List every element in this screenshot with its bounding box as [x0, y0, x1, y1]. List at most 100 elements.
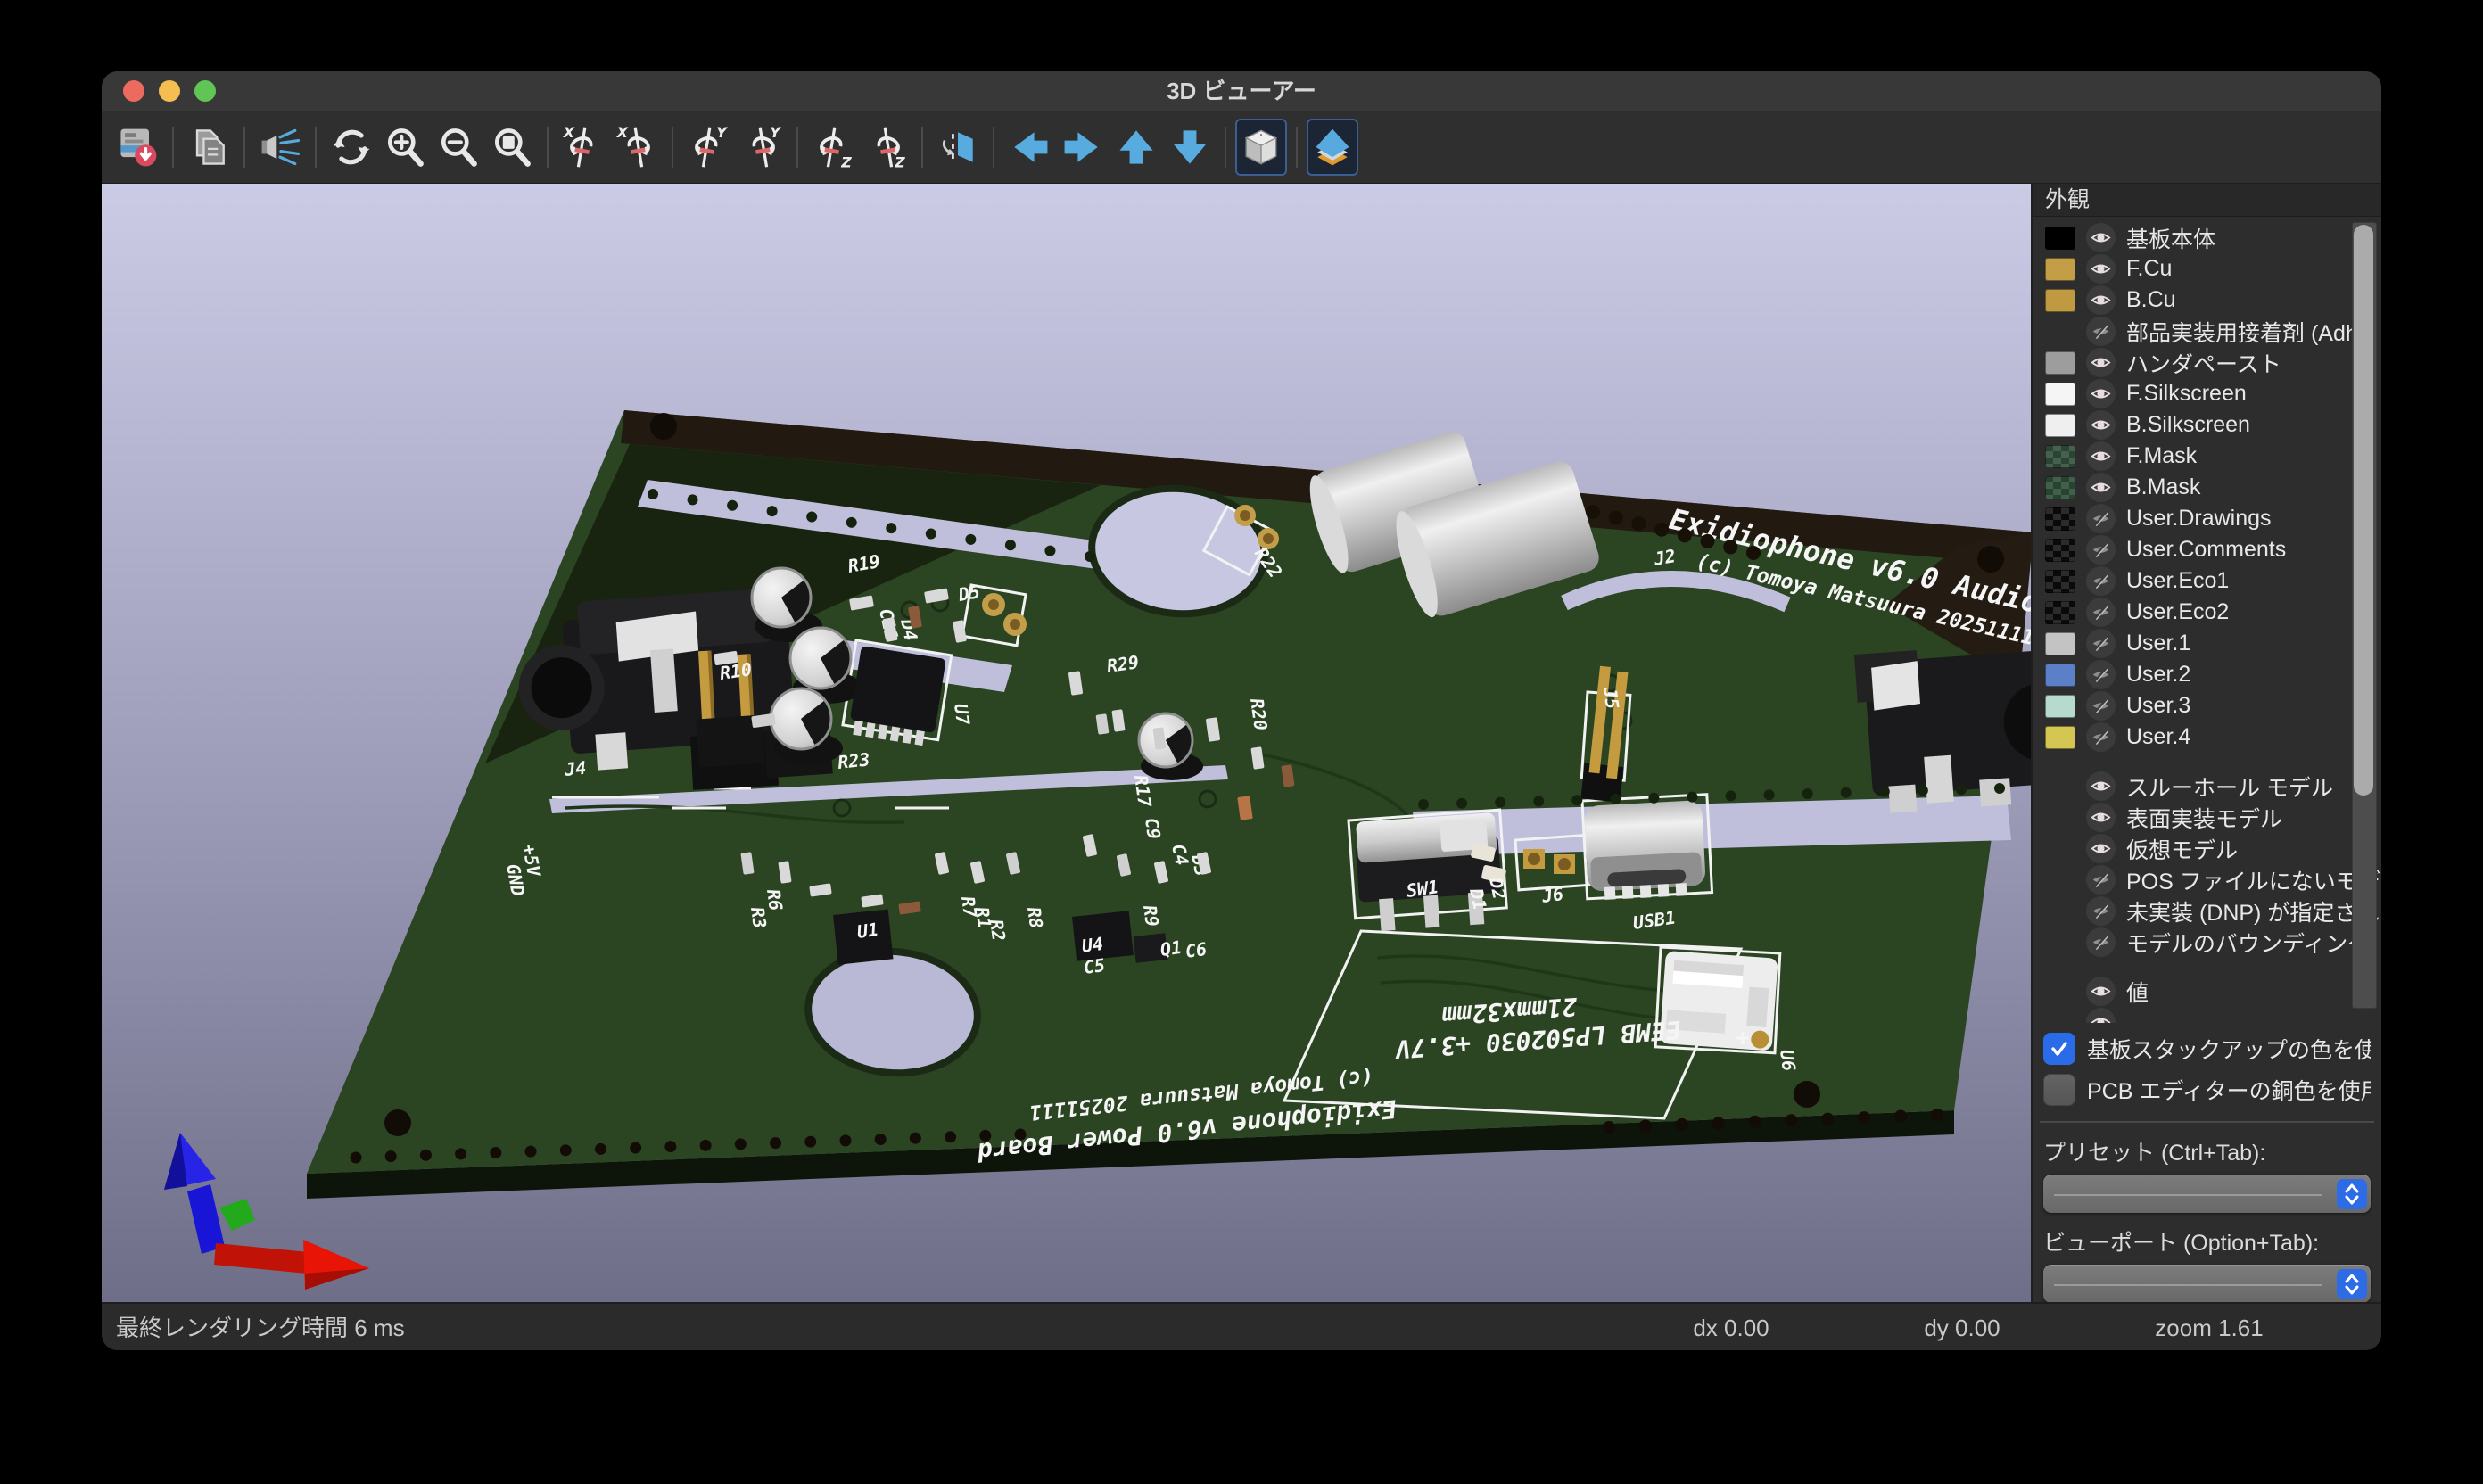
rotate-z-ccw-button[interactable]: Z [807, 119, 859, 176]
eye-hidden-icon [2090, 507, 2112, 530]
visibility-eye-button[interactable] [2086, 410, 2116, 440]
eye-visible-icon [2090, 414, 2112, 436]
visibility-eye-button[interactable] [2086, 473, 2116, 502]
raytrace-render-button[interactable] [254, 119, 306, 176]
toolbar-separator [547, 127, 549, 168]
visibility-eye-button[interactable] [2086, 254, 2116, 284]
visibility-eye-button[interactable] [2086, 379, 2116, 408]
rotate-y-ccw-button[interactable]: Y [682, 119, 734, 176]
visibility-eye-button[interactable] [2086, 691, 2116, 721]
eye-visible-icon [2090, 258, 2112, 280]
rotate-z-cw-icon: Z [863, 124, 910, 170]
pan-left-button[interactable] [1003, 119, 1055, 176]
layer-row: B.Cu [2033, 284, 2381, 316]
layer-color-swatch[interactable] [2045, 695, 2075, 718]
rotate-y-cw-button[interactable]: Y [736, 119, 788, 176]
layer-color-swatch[interactable] [2045, 664, 2075, 687]
layer-color-swatch [2045, 869, 2075, 892]
scrollbar-thumb[interactable] [2354, 225, 2373, 796]
svg-text:X: X [563, 124, 575, 141]
layer-color-swatch[interactable] [2045, 445, 2075, 468]
layer-color-swatch[interactable] [2045, 289, 2075, 312]
layer-row: ハンダペースト [2033, 347, 2381, 378]
layer-color-swatch[interactable] [2045, 726, 2075, 749]
eye-visible-icon [2090, 445, 2112, 467]
visibility-eye-button[interactable] [2086, 834, 2116, 863]
visibility-eye-button[interactable] [2086, 566, 2116, 596]
visibility-eye-button[interactable] [2086, 1008, 2116, 1023]
stepper-icon[interactable] [2337, 1179, 2367, 1209]
visibility-eye-button[interactable] [2086, 771, 2116, 801]
rotate-z-cw-button[interactable]: Z [861, 119, 912, 176]
stepper-icon[interactable] [2337, 1269, 2367, 1299]
use-stackup-colors-checkbox[interactable] [2043, 1033, 2075, 1065]
checkbox-label: PCB エディターの銅色を使用 [2087, 1074, 2371, 1106]
visibility-eye-button[interactable] [2086, 598, 2116, 627]
pan-right-button[interactable] [1057, 119, 1109, 176]
ref-label: C9 [1141, 816, 1165, 840]
layer-color-swatch[interactable] [2045, 351, 2075, 375]
preset-label: プリセット (Ctrl+Tab): [2043, 1135, 2381, 1167]
layer-color-swatch [2045, 900, 2075, 923]
toolbar-separator [1225, 127, 1226, 168]
toolbar-separator [1296, 127, 1298, 168]
visibility-eye-button[interactable] [2086, 441, 2116, 471]
zoom-out-button[interactable] [433, 119, 484, 176]
layer-color-swatch[interactable] [2045, 632, 2075, 655]
rotate-x-cw-icon: X [614, 124, 660, 170]
copy-image-icon [186, 124, 232, 170]
visibility-eye-button[interactable] [2086, 317, 2116, 346]
layer-color-swatch[interactable] [2045, 570, 2075, 593]
layer-label: 基板本体 [2126, 222, 2381, 254]
model-option-row: 未実装 (DNP) が指定され [2033, 895, 2381, 927]
visibility-eye-button[interactable] [2086, 865, 2116, 895]
copy-image-button[interactable] [183, 119, 235, 176]
layer-color-swatch[interactable] [2045, 476, 2075, 499]
pan-down-button[interactable] [1164, 119, 1216, 176]
layers-toggle-button[interactable] [1307, 119, 1358, 176]
use-pcb-editor-copper-checkbox[interactable] [2043, 1074, 2075, 1106]
layer-color-swatch[interactable] [2045, 539, 2075, 562]
pan-up-button[interactable] [1110, 119, 1162, 176]
pan-up-icon [1113, 124, 1159, 170]
layer-color-swatch[interactable] [2045, 601, 2075, 624]
plus-silkscreen: + [1736, 1025, 1750, 1051]
visibility-eye-button[interactable] [2086, 896, 2116, 926]
visibility-eye-button[interactable] [2086, 977, 2116, 1006]
visibility-eye-button[interactable] [2086, 928, 2116, 957]
layer-color-swatch[interactable] [2045, 258, 2075, 281]
scrollbar-track[interactable] [2352, 222, 2377, 1009]
projection-cube-button[interactable] [1235, 119, 1287, 176]
3d-viewport[interactable]: Exidiophone v6.0 Audio Board (c) Tomoya … [102, 184, 2031, 1302]
appearance-panel-title: 外観 [2033, 184, 2381, 217]
zoom-in-button[interactable] [379, 119, 431, 176]
visibility-eye-button[interactable] [2086, 535, 2116, 565]
zoom-fit-button[interactable] [486, 119, 538, 176]
layer-label: ハンダペースト [2126, 347, 2381, 379]
layer-color-swatch[interactable] [2045, 383, 2075, 406]
refresh-view-button[interactable] [326, 119, 377, 176]
layer-color-swatch[interactable] [2045, 227, 2075, 250]
visibility-eye-button[interactable] [2086, 348, 2116, 377]
flip-board-button[interactable] [932, 119, 984, 176]
viewport-select[interactable] [2043, 1265, 2371, 1303]
reload-board-button[interactable] [111, 119, 163, 176]
rotate-x-cw-button[interactable]: X [611, 119, 663, 176]
layer-color-swatch[interactable] [2045, 507, 2075, 531]
visibility-eye-button[interactable] [2086, 803, 2116, 832]
preset-select[interactable] [2043, 1175, 2371, 1213]
eye-visible-icon [2090, 227, 2112, 249]
layer-row: 部品実装用接着剤 (Adh [2033, 316, 2381, 347]
rotate-x-ccw-button[interactable]: X [557, 119, 609, 176]
checkbox-row: 基板スタックアップの色を使用 [2043, 1028, 2371, 1069]
visibility-eye-button[interactable] [2086, 660, 2116, 689]
zoom-status: zoom 1.61 [2155, 1304, 2263, 1350]
titlebar[interactable]: 3D ビューアー [102, 71, 2381, 111]
visibility-eye-button[interactable] [2086, 504, 2116, 533]
visibility-eye-button[interactable] [2086, 629, 2116, 658]
layer-color-swatch[interactable] [2045, 414, 2075, 437]
visibility-eye-button[interactable] [2086, 722, 2116, 752]
visibility-eye-button[interactable] [2086, 223, 2116, 252]
eye-hidden-icon [2090, 664, 2112, 686]
visibility-eye-button[interactable] [2086, 285, 2116, 315]
